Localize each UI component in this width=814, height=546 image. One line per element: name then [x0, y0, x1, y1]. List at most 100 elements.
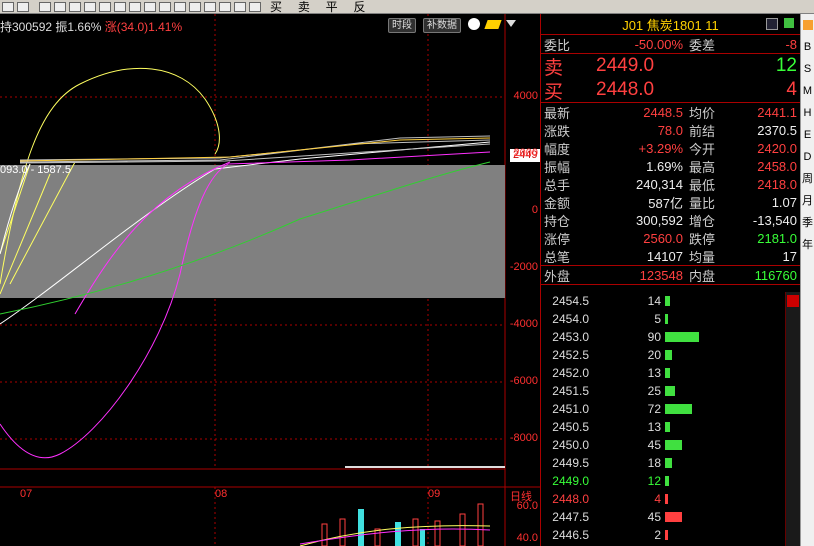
y-tick-minus-8000: -8000	[509, 432, 538, 444]
stat-label: 最新	[544, 105, 571, 121]
depth-bar	[665, 296, 670, 306]
image-icon[interactable]	[174, 1, 186, 12]
depth-qty: 2	[654, 528, 661, 542]
line-chart-icon[interactable]	[69, 1, 81, 12]
depth-price: 2452.0	[552, 366, 589, 380]
depth-qty: 14	[647, 294, 661, 308]
depth-row[interactable]: 2451.0 72	[541, 400, 785, 418]
depth-qty: 25	[647, 384, 661, 398]
depth-row[interactable]: 2454.5 14	[541, 292, 785, 310]
window-icon[interactable]	[114, 1, 126, 12]
side-item[interactable]: 周	[801, 168, 814, 190]
time-period-button[interactable]: 时段	[388, 18, 416, 33]
export-icon[interactable]	[249, 1, 261, 12]
buy-row[interactable]: 买 2448.0 4	[541, 78, 800, 103]
side-item[interactable]: S	[801, 58, 814, 80]
weicha-value: -8	[785, 36, 797, 52]
text-icon[interactable]	[144, 1, 156, 12]
chart-svg	[0, 14, 540, 546]
pin-icon[interactable]	[766, 18, 778, 30]
side-item[interactable]: E	[801, 124, 814, 146]
side-item[interactable]: B	[801, 36, 814, 58]
depth-row[interactable]: 2446.5 2	[541, 526, 785, 544]
eraser-icon[interactable]	[189, 1, 201, 12]
expand-icon[interactable]	[784, 18, 794, 28]
sell-row[interactable]: 卖 2449.0 12	[541, 54, 800, 79]
refill-data-button[interactable]: 补数据	[423, 18, 461, 33]
stat-value-2: 2458.0	[757, 158, 797, 174]
depth-bar	[665, 404, 692, 414]
depth-row[interactable]: 2451.5 25	[541, 382, 785, 400]
table-icon[interactable]	[84, 1, 96, 12]
depth-row[interactable]: 2454.0 5	[541, 310, 785, 328]
depth-row[interactable]: 2447.5 45	[541, 508, 785, 526]
depth-qty: 5	[654, 312, 661, 326]
bar-chart-icon[interactable]	[54, 1, 66, 12]
stat-label: 持仓	[544, 213, 571, 229]
side-item[interactable]: 季	[801, 212, 814, 234]
depth-row[interactable]: 2452.5 20	[541, 346, 785, 364]
gear-icon[interactable]	[468, 18, 480, 30]
side-item[interactable]: D	[801, 146, 814, 168]
circle-icon[interactable]	[129, 1, 141, 12]
side-item[interactable]: H	[801, 102, 814, 124]
depth-price: 2450.5	[552, 420, 589, 434]
depth-row[interactable]: 2450.0 45	[541, 436, 785, 454]
stat-label: 涨跌	[544, 123, 571, 139]
depth-qty: 90	[647, 330, 661, 344]
depth-bar	[665, 350, 672, 360]
list-icon[interactable]	[39, 1, 51, 12]
stat-row: 涨跌 78.0 前结 2370.5	[541, 121, 800, 139]
copy-icon[interactable]	[204, 1, 216, 12]
depth-price: 2450.0	[552, 438, 589, 452]
stat-row: 幅度 +3.29% 今开 2420.0	[541, 139, 800, 157]
chart-type-icon[interactable]	[2, 1, 14, 12]
stat-label-2: 前结	[689, 123, 716, 139]
change-label: 涨(34.0)1.41%	[104, 20, 183, 34]
depth-bar	[665, 530, 668, 540]
stat-label-2: 量比	[689, 195, 716, 211]
stat-row: 金额 587亿 量比 1.07	[541, 193, 800, 211]
stat-value-2: 2370.5	[757, 122, 797, 138]
side-tool-icon[interactable]	[802, 20, 813, 30]
stat-value: +3.29%	[638, 140, 683, 156]
depth-qty: 13	[647, 366, 661, 380]
side-item[interactable]: 月	[801, 190, 814, 212]
depth-price: 2453.0	[552, 330, 589, 344]
depth-list[interactable]: 2454.5 14 2454.0 5 2453.0 90 2452.5 20 2452.0 13 2…	[541, 292, 785, 544]
edit-icon[interactable]	[159, 1, 171, 12]
depth-row[interactable]: 2449.5 18	[541, 454, 785, 472]
stat-label: 金额	[544, 195, 571, 211]
calc-icon[interactable]	[234, 1, 246, 12]
depth-row[interactable]: 2449.0 12	[541, 472, 785, 490]
toolbar: 买 卖 平 反	[0, 0, 814, 14]
depth-qty: 45	[647, 510, 661, 524]
depth-row[interactable]: 2452.0 13	[541, 364, 785, 382]
depth-scrollbar[interactable]	[785, 292, 800, 546]
chevron-down-icon[interactable]	[506, 20, 516, 27]
depth-row[interactable]: 2453.0 90	[541, 328, 785, 346]
side-item[interactable]: M	[801, 80, 814, 102]
trade-actions[interactable]: 买 卖 平 反	[270, 0, 371, 13]
inner-value: 116760	[754, 267, 797, 283]
stat-value: 1.69%	[646, 158, 683, 174]
depth-row[interactable]: 2450.5 13	[541, 418, 785, 436]
buy-qty: 4	[786, 79, 797, 100]
paste-icon[interactable]	[219, 1, 231, 12]
depth-row[interactable]: 2448.0 4	[541, 490, 785, 508]
stat-value: 240,314	[636, 176, 683, 192]
depth-qty: 13	[647, 420, 661, 434]
stat-value-2: -13,540	[752, 212, 797, 228]
stat-row: 涨停 2560.0 跌停 2181.0	[541, 229, 800, 247]
scroll-up-icon[interactable]	[787, 295, 799, 307]
depth-qty: 20	[647, 348, 661, 362]
outer-inner-row: 外盘 123548 内盘 116760	[541, 266, 800, 284]
pen-icon[interactable]	[17, 1, 29, 12]
contract-title: J01 焦炭1801 11	[541, 14, 800, 35]
side-item[interactable]: 年	[801, 234, 814, 256]
inner-label: 内盘	[689, 268, 716, 284]
chart-area[interactable]: 093.0 - 1587.5 2449 4000 2000 0 -2000 -4…	[0, 14, 541, 546]
stat-label-2: 增仓	[689, 213, 716, 229]
grid-icon[interactable]	[99, 1, 111, 12]
weicha-label: 委差	[689, 37, 716, 53]
